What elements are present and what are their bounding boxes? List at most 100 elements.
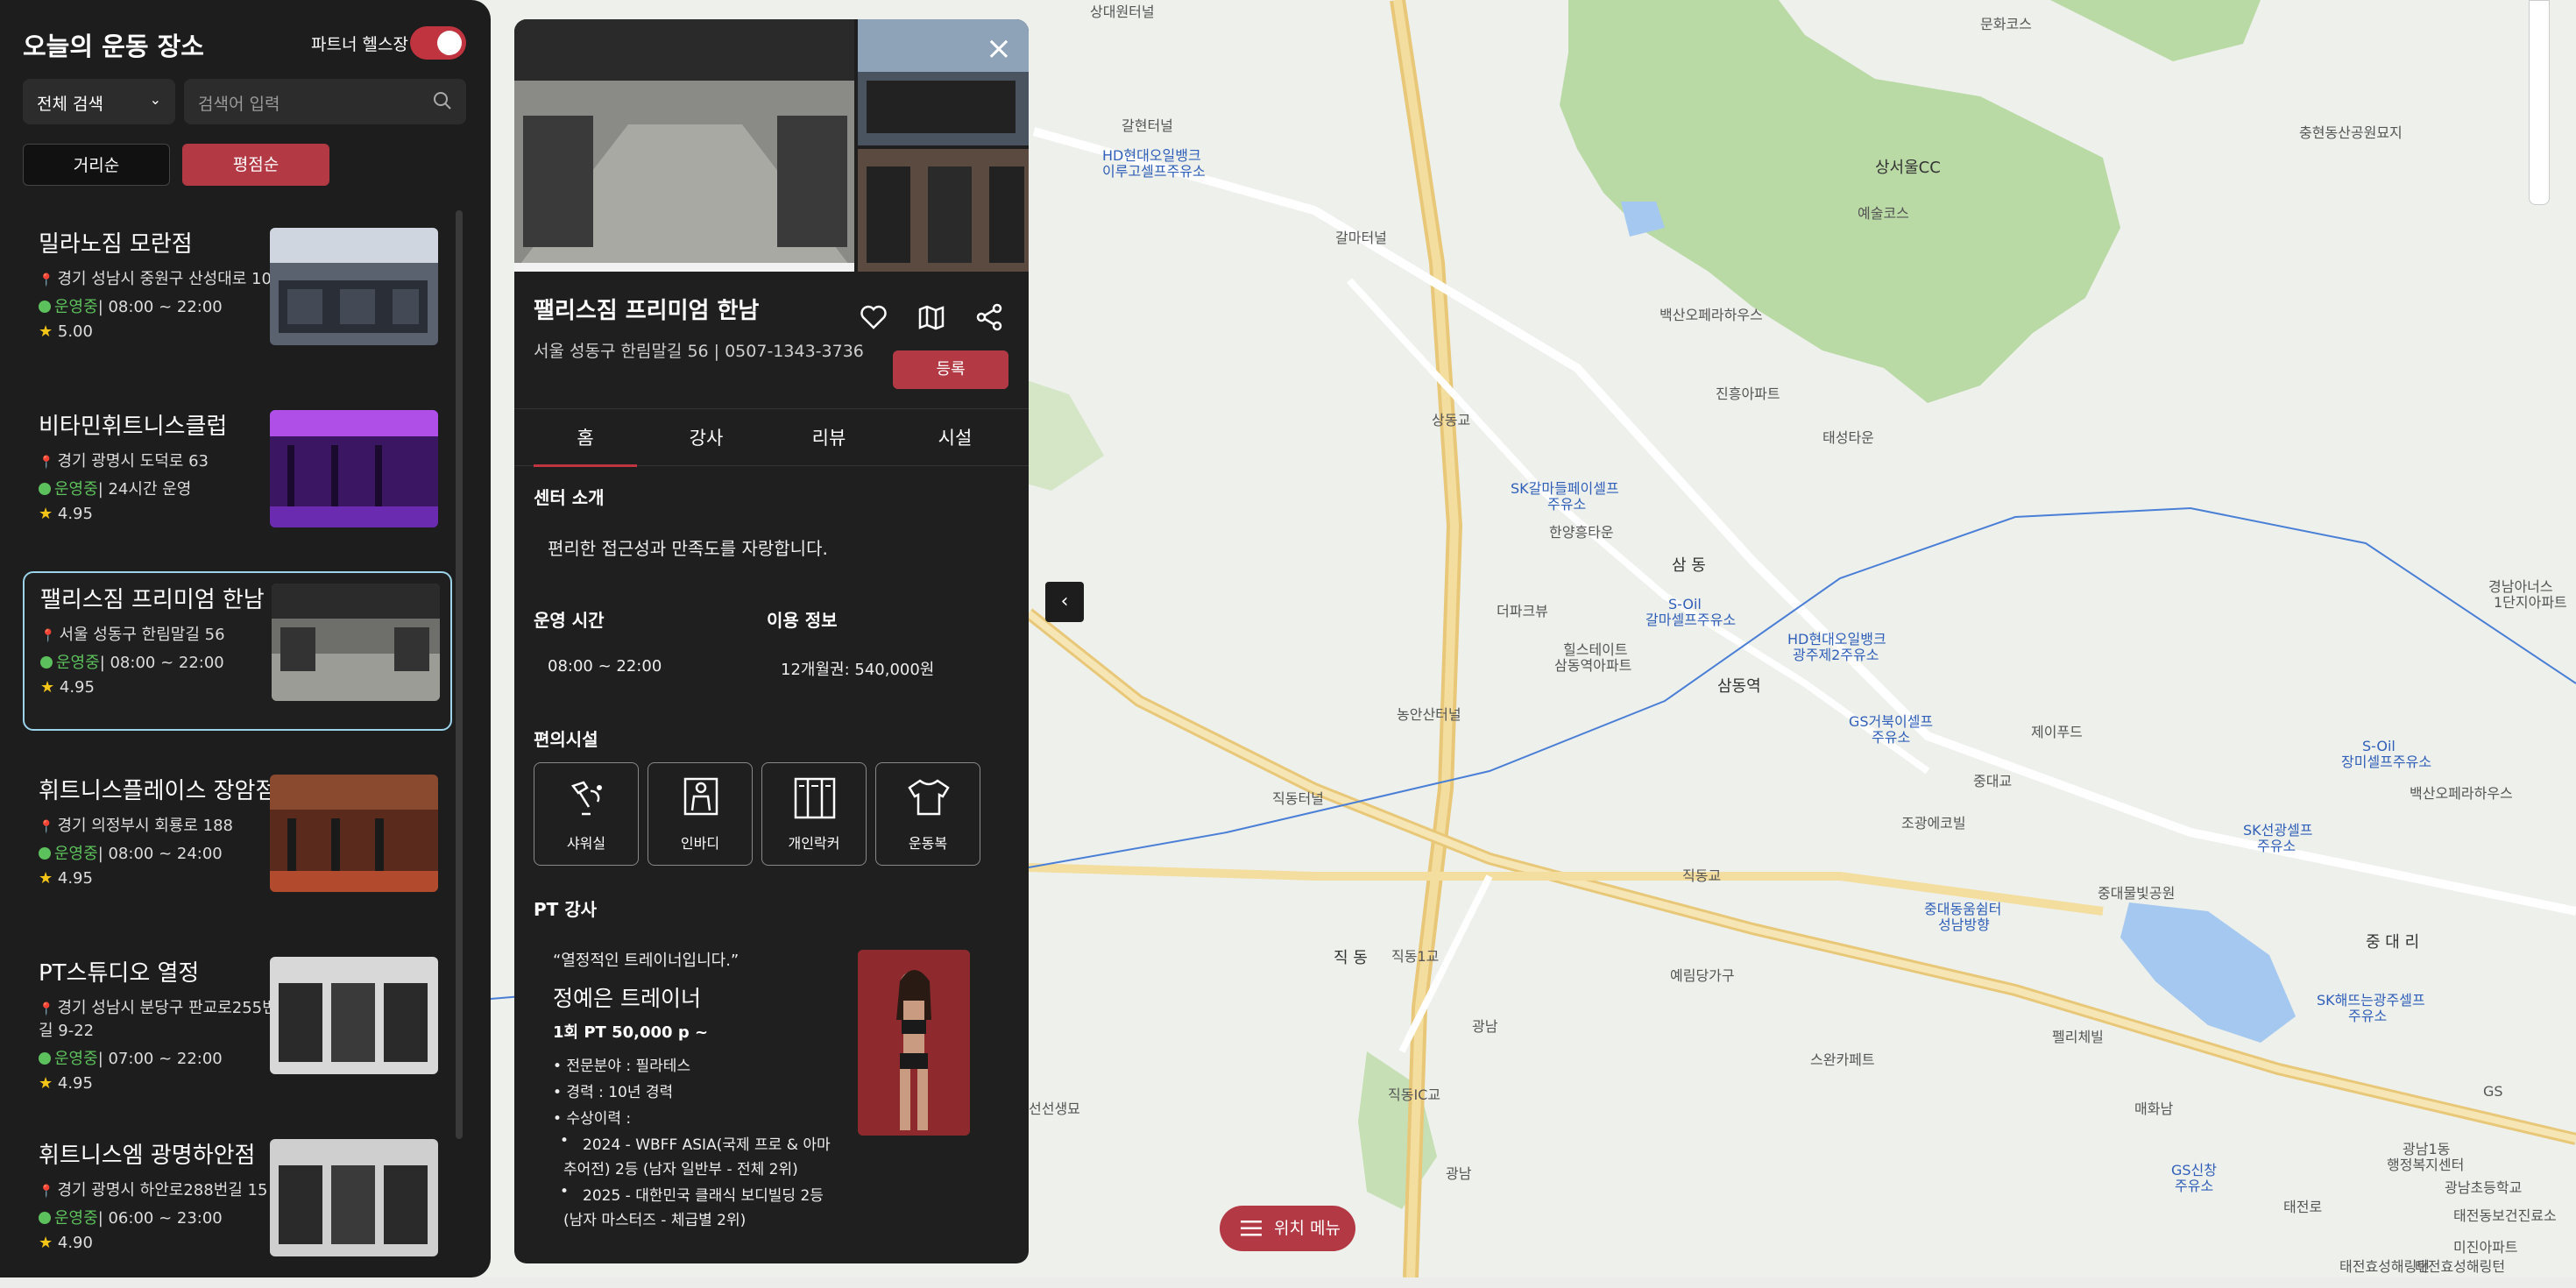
- usage-value: 12개월권: 540,000원: [781, 661, 935, 679]
- toggle-knob: [437, 31, 462, 55]
- gym-name: 비타민휘트니스클럽: [39, 414, 228, 440]
- collapse-panel-button[interactable]: ‹: [1045, 582, 1084, 622]
- map-label: 갈마셀프주유소: [1645, 612, 1737, 628]
- facility-label: 인바디: [680, 835, 720, 852]
- map-label: 중대교: [1973, 773, 2013, 789]
- sort-distance-button[interactable]: 거리순: [23, 144, 170, 186]
- gym-status: 운영중: [54, 480, 98, 499]
- map-label: GS거북이셀프: [1849, 713, 1934, 730]
- map-zoom-control[interactable]: [2529, 0, 2550, 205]
- gym-address: 경기 광명시 하안로288번길 15: [57, 1181, 268, 1200]
- map-label: HD현대오일뱅크: [1787, 631, 1886, 648]
- gym-card[interactable]: 밀라노짐 모란점 📍 경기 성남시 중원구 산성대로 106 운영중| 08:00…: [23, 217, 452, 377]
- gym-rating: 5.00: [57, 322, 93, 341]
- tab-home[interactable]: 홈: [534, 409, 637, 467]
- trainer-award-2a: 2025 - 대한민국 클래식 보디빌딩 2등: [583, 1187, 824, 1205]
- gym-thumbnail: [272, 584, 440, 701]
- map-label: 직 동: [1334, 949, 1368, 967]
- gym-thumbnail: [270, 410, 438, 527]
- open-status-dot: [39, 301, 51, 313]
- map-label: 직동IC교: [1388, 1086, 1441, 1103]
- detail-address-phone: 서울 성동구 한림말길 56 | 0507-1343-3736: [534, 342, 864, 361]
- gym-hours: | 08:00 ~ 24:00: [97, 845, 223, 863]
- map-label: 주유소: [2257, 838, 2296, 854]
- map-label: 직동1교: [1391, 948, 1440, 965]
- pt-title: PT 강사: [534, 899, 598, 920]
- chevron-down-icon: ⌄: [149, 91, 161, 108]
- trainer-awards-label: • 수상이력 :: [553, 1110, 632, 1128]
- trainer-photo[interactable]: [858, 950, 970, 1136]
- gym-detail-panel: × 팰리스짐 프리미엄 한남 서울 성동구 한림말길 56 | 0507-134…: [514, 19, 1029, 1263]
- intro-title: 센터 소개: [534, 487, 605, 508]
- facility-inbody: 인바디: [648, 762, 753, 866]
- map-label: 예림당가구: [1670, 967, 1735, 984]
- facility-shower: 샤워실: [534, 762, 639, 866]
- gym-card[interactable]: 휘트니스플레이스 장암점 📍 경기 의정부시 회룡로 188 운영중| 08:00…: [23, 764, 452, 924]
- award-bullet: •: [560, 1132, 570, 1150]
- map-label: 중대물빛공원: [2098, 885, 2176, 902]
- gym-card[interactable]: 비타민휘트니스클럽 📍 경기 광명시 도덕로 63 운영중| 24시간 운영 ★ …: [23, 400, 452, 559]
- map-label: 주유소: [1872, 729, 1911, 746]
- tab-facilities[interactable]: 시설: [903, 409, 1007, 467]
- map-label: S-Oil: [2362, 738, 2396, 754]
- gym-rating: 4.95: [57, 1074, 93, 1093]
- location-menu-button[interactable]: 위치 메뉴: [1220, 1206, 1355, 1251]
- trainer-specialty: • 전문분야 : 필라테스: [553, 1058, 691, 1075]
- trainer-award-2b: (남자 마스터즈 - 체급별 2위): [563, 1212, 747, 1229]
- gym-rating: 4.95: [57, 505, 93, 523]
- search-input[interactable]: 검색어 입력: [184, 79, 466, 124]
- gym-status: 운영중: [54, 1209, 98, 1228]
- map-label: 갈현터널: [1122, 117, 1173, 134]
- trainer-award-1a: 2024 - WBFF ASIA(국제 프로 & 아마: [583, 1136, 831, 1154]
- tab-instructors[interactable]: 강사: [655, 409, 758, 467]
- map-label: SK갈마들페이셀프: [1511, 480, 1619, 497]
- map-label: 1단지아파트: [2494, 594, 2567, 611]
- award-bullet: •: [560, 1183, 570, 1200]
- share-icon[interactable]: [973, 301, 1005, 333]
- gym-rating: 4.95: [59, 678, 95, 697]
- search-type-select[interactable]: 전체 검색 ⌄: [23, 79, 175, 124]
- gym-photo-main[interactable]: [514, 19, 854, 272]
- close-icon[interactable]: ×: [981, 32, 1016, 67]
- map-label: 행정복지센터: [2387, 1157, 2465, 1173]
- map-icon[interactable]: [916, 301, 947, 333]
- gym-photo-secondary[interactable]: [858, 149, 1029, 272]
- search-placeholder: 검색어 입력: [198, 95, 280, 114]
- map-label: 성남방향: [1938, 916, 1990, 933]
- trainer-quote: “열정적인 트레이너입니다.”: [553, 952, 740, 970]
- map-label: 한양흥타운: [1549, 524, 1614, 541]
- star-icon: ★: [39, 505, 53, 523]
- map-label: 광남: [1446, 1165, 1472, 1182]
- gym-status: 운영중: [54, 845, 98, 863]
- menu-icon: [1241, 1221, 1262, 1236]
- open-status-dot: [39, 483, 51, 495]
- location-pin-icon: 📍: [39, 1002, 54, 1016]
- map-label: 직동교: [1682, 867, 1722, 884]
- search-icon[interactable]: [431, 89, 454, 112]
- gym-card-selected[interactable]: 팰리스짐 프리미엄 한남 📍 서울 성동구 한림말길 56 운영중| 08:00 …: [23, 571, 452, 731]
- gym-address-line2: 길 9-22: [39, 1022, 95, 1040]
- sort-rating-button[interactable]: 평점순: [182, 144, 329, 186]
- facility-label: 샤워실: [566, 835, 606, 852]
- tab-reviews[interactable]: 리뷰: [777, 409, 881, 467]
- star-icon: ★: [39, 322, 53, 341]
- gym-rating: 4.95: [57, 869, 93, 888]
- map-label: 백산오페라하우스: [1660, 307, 1763, 323]
- map-label: 백산오페라하우스: [2410, 785, 2513, 802]
- map-label: 충현동산공원묘지: [2299, 124, 2403, 141]
- map-label: 광남1동: [2403, 1141, 2451, 1157]
- list-scrollbar[interactable]: [456, 210, 463, 1139]
- hours-title: 운영 시간: [534, 610, 605, 631]
- detail-tabs: 홈 강사 리뷰 시설: [514, 408, 1029, 467]
- gym-card[interactable]: PT스튜디오 열정 📍 경기 성남시 분당구 판교로255번 길 9-22 운영중…: [23, 946, 452, 1122]
- heart-icon[interactable]: [858, 301, 889, 333]
- map-label: 이루고셀프주유소: [1102, 163, 1206, 180]
- register-button[interactable]: 등록: [893, 350, 1008, 389]
- partner-gym-toggle[interactable]: [410, 26, 466, 60]
- map-label: 삼동역아파트: [1554, 657, 1632, 674]
- map-label: 제이푸드: [2031, 724, 2083, 740]
- map-label: 직동터널: [1272, 790, 1324, 807]
- map-label: 농안산터널: [1397, 706, 1461, 723]
- gym-card[interactable]: 휘트니스엠 광명하안점 📍 경기 광명시 하안로288번길 15 운영중| 06:…: [23, 1129, 452, 1288]
- gym-address: 경기 성남시 분당구 판교로255번: [57, 999, 277, 1017]
